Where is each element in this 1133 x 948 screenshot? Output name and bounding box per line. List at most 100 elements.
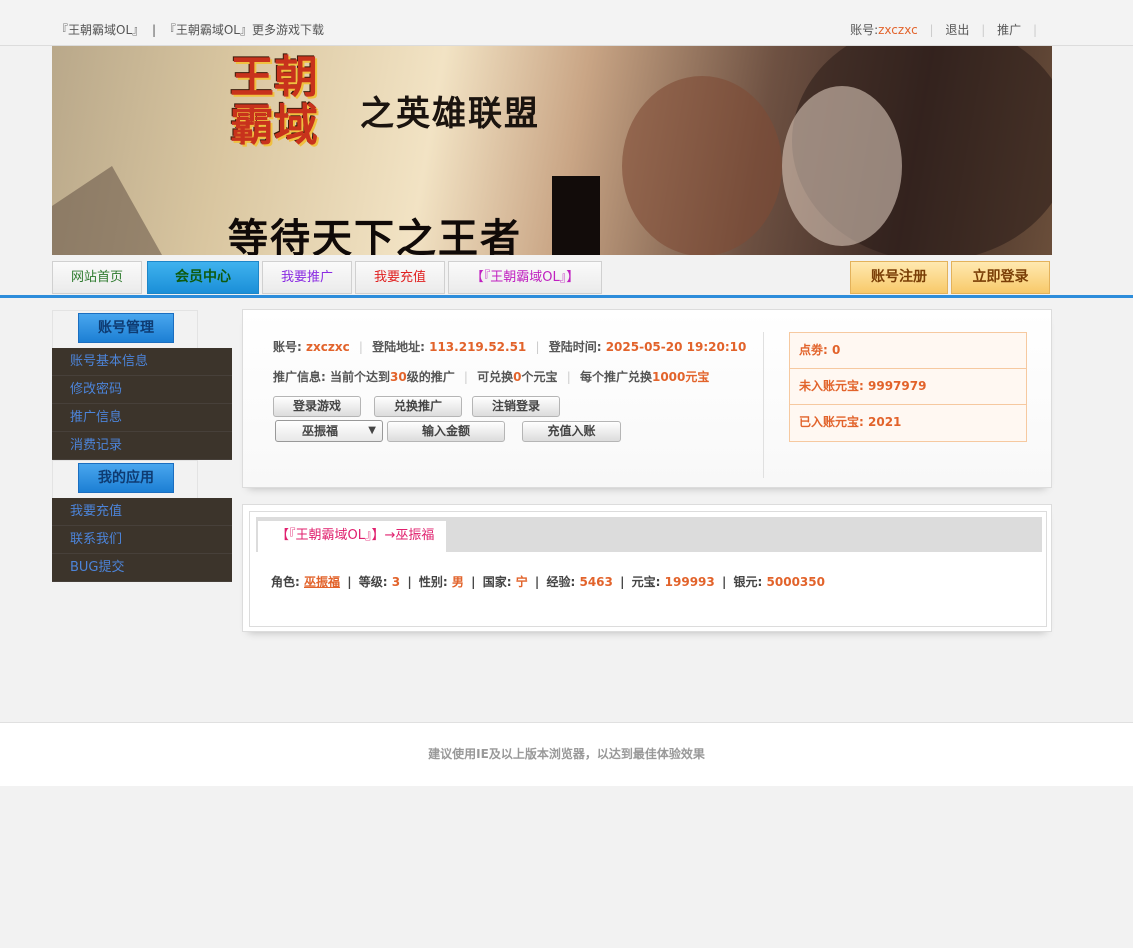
- divider: |: [981, 23, 986, 37]
- nav-divider: [0, 295, 1133, 298]
- pending-label: 未入账元宝:: [799, 379, 864, 393]
- banner-art: [52, 46, 1052, 255]
- country-value: 宁: [515, 575, 528, 589]
- time-label: 登陆时间:: [548, 340, 602, 354]
- game-link[interactable]: 『王朝霸域OL』: [56, 23, 144, 37]
- role-label: 角色:: [271, 575, 300, 589]
- account-menu: 账号基本信息 修改密码 推广信息 消费记录: [52, 348, 232, 460]
- sidebar-item-recharge[interactable]: 我要充值: [52, 498, 232, 526]
- nav-recharge[interactable]: 我要充值: [355, 261, 445, 294]
- top-links: 『王朝霸域OL』 | 『王朝霸域OL』更多游戏下载: [56, 21, 324, 38]
- promo-label: 推广信息:: [273, 370, 326, 384]
- amount-input[interactable]: 输入金额: [387, 421, 505, 442]
- sidebar: 账号管理 账号基本信息 修改密码 推广信息 消费记录 我的应用 我要充值 联系我…: [52, 310, 232, 582]
- credited-value: 2021: [868, 415, 902, 429]
- silver-value: 5000350: [766, 575, 825, 589]
- nav-member-center[interactable]: 会员中心: [147, 261, 259, 294]
- divider: |: [471, 575, 476, 589]
- divider: |: [721, 575, 727, 589]
- pending-row: 未入账元宝: 9997979: [790, 369, 1026, 405]
- role-select-value: 巫振福: [302, 424, 339, 438]
- apps-menu-title: 我的应用: [78, 463, 174, 493]
- promo-text: 级的推广: [406, 370, 455, 384]
- sidebar-item-spending[interactable]: 消费记录: [52, 432, 232, 460]
- game-logo: 王朝霸域: [230, 54, 360, 164]
- credited-label: 已入账元宝:: [799, 415, 864, 429]
- character-tabbar: 【『王朝霸域OL』】→巫振福: [256, 517, 1042, 552]
- silver-label: 银元:: [733, 575, 763, 589]
- footer-text: 建议使用IE及以上版本浏览器，以达到最佳体验效果: [428, 747, 705, 761]
- logout-link[interactable]: 退出: [945, 23, 969, 37]
- gender-label: 性别:: [418, 575, 448, 589]
- divider: |: [347, 575, 352, 589]
- recharge-button[interactable]: 充值入账: [522, 421, 621, 442]
- exp-value: 5463: [579, 575, 613, 589]
- time-value: 2025-05-20 19:20:10: [605, 340, 747, 354]
- more-games-link[interactable]: 『王朝霸域OL』更多游戏下载: [164, 23, 324, 37]
- login-button[interactable]: 立即登录: [951, 261, 1050, 294]
- yuanbao-label: 元宝:: [631, 575, 661, 589]
- credited-row: 已入账元宝: 2021: [790, 405, 1026, 441]
- pending-value: 9997979: [868, 379, 927, 393]
- ip-value: 113.219.52.51: [429, 340, 527, 354]
- register-button[interactable]: 账号注册: [850, 261, 948, 294]
- exp-label: 经验:: [546, 575, 576, 589]
- divider: |: [407, 575, 412, 589]
- sidebar-item-bug-report[interactable]: BUG提交: [52, 554, 232, 582]
- banner: 王朝霸域 之英雄联盟 等待天下之王者: [52, 46, 1052, 255]
- divider: |: [463, 370, 468, 384]
- login-game-button[interactable]: 登录游戏: [273, 396, 361, 417]
- promo-text: 可兑换: [477, 370, 514, 384]
- panel-divider: [763, 332, 764, 478]
- character-tab[interactable]: 【『王朝霸域OL』】→巫振福: [258, 521, 447, 552]
- country-label: 国家:: [482, 575, 512, 589]
- top-account: 账号:zxczxc | 退出 | 推广 |: [850, 21, 1045, 38]
- promo-info: 推广信息: 当前个达到30级的推广 | 可兑换0个元宝 | 每个推广兑换1000…: [273, 368, 709, 385]
- nav-game[interactable]: 【『王朝霸域OL』】: [448, 261, 602, 294]
- login-info: 账号: zxczxc | 登陆地址: 113.219.52.51 | 登陆时间:…: [273, 338, 746, 355]
- sidebar-item-basic-info[interactable]: 账号基本信息: [52, 348, 232, 376]
- account-menu-header: 账号管理: [52, 310, 198, 348]
- sidebar-item-contact[interactable]: 联系我们: [52, 526, 232, 554]
- promo-text: 个元宝: [521, 370, 558, 384]
- promo-level: 30: [390, 370, 407, 384]
- sidebar-item-promotion[interactable]: 推广信息: [52, 404, 232, 432]
- banner-slogan: 之英雄联盟: [360, 94, 540, 134]
- banner-tagline: 等待天下之王者: [228, 215, 522, 255]
- balance-stats: 点劵: 0 未入账元宝: 9997979 已入账元宝: 2021: [789, 332, 1027, 442]
- promo-rate: 1000元宝: [651, 370, 710, 384]
- divider: |: [1032, 23, 1037, 37]
- apps-menu-header: 我的应用: [52, 460, 198, 498]
- sidebar-item-change-password[interactable]: 修改密码: [52, 376, 232, 404]
- footer: 建议使用IE及以上版本浏览器，以达到最佳体验效果: [0, 722, 1133, 786]
- account-value: zxczxc: [306, 340, 350, 354]
- account-panel: 账号: zxczxc | 登陆地址: 113.219.52.51 | 登陆时间:…: [242, 309, 1052, 488]
- character-panel: 【『王朝霸域OL』】→巫振福 角色: 巫振福 | 等级: 3 | 性别: 男 |…: [242, 504, 1052, 632]
- apps-menu: 我要充值 联系我们 BUG提交: [52, 498, 232, 582]
- promo-count: 0: [513, 370, 522, 384]
- role-value[interactable]: 巫振福: [304, 575, 340, 589]
- account-label: 账号:: [273, 340, 302, 354]
- logout-button[interactable]: 注销登录: [472, 396, 560, 417]
- logo-text: 王朝霸域: [230, 52, 318, 151]
- role-select[interactable]: 巫振福 ▼: [275, 420, 383, 442]
- yuanbao-value: 199993: [664, 575, 715, 589]
- top-separator: |: [151, 23, 157, 37]
- divider: |: [358, 340, 363, 354]
- divider: |: [620, 575, 625, 589]
- promote-link[interactable]: 推广: [997, 23, 1021, 37]
- redeem-promo-button[interactable]: 兑换推广: [374, 396, 462, 417]
- nav-promote[interactable]: 我要推广: [262, 261, 352, 294]
- points-label: 点劵:: [799, 343, 828, 357]
- level-value: 3: [391, 575, 401, 589]
- level-label: 等级:: [358, 575, 388, 589]
- nav-home[interactable]: 网站首页: [52, 261, 142, 294]
- account-menu-title: 账号管理: [78, 313, 174, 343]
- divider: |: [534, 575, 540, 589]
- divider: |: [535, 340, 540, 354]
- divider: |: [929, 23, 934, 37]
- top-bar: 『王朝霸域OL』 | 『王朝霸域OL』更多游戏下载 账号:zxczxc | 退出…: [0, 0, 1133, 46]
- ip-label: 登陆地址:: [372, 340, 425, 354]
- points-row: 点劵: 0: [790, 333, 1026, 369]
- main-nav: 网站首页 会员中心 我要推广 我要充值 【『王朝霸域OL』】 账号注册 立即登录: [52, 261, 1052, 295]
